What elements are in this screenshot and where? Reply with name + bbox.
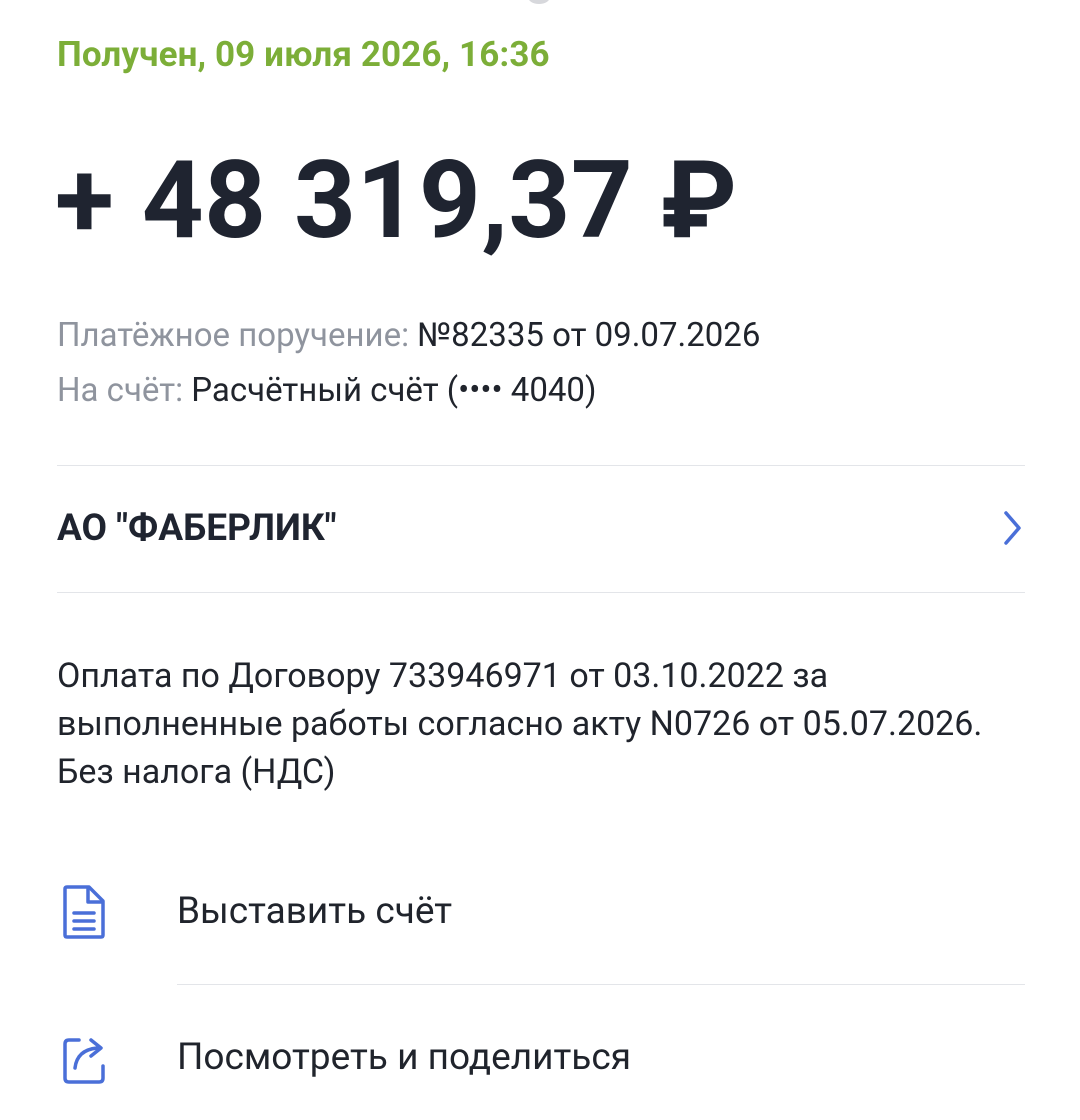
account-value: Расчётный счёт (•••• 4040) [191, 371, 597, 410]
account-label: На счёт: [57, 371, 184, 410]
handle-indicator [528, 0, 550, 4]
transaction-status: Получен, 09 июля 2026, 16:36 [57, 34, 550, 75]
issue-invoice-button[interactable]: Выставить счёт [57, 854, 1025, 974]
view-and-share-label: Посмотреть и поделиться [177, 1036, 632, 1079]
invoice-document-icon [63, 885, 105, 939]
counterparty-row[interactable]: АО "ФАБЕРЛИК" [57, 465, 1025, 592]
share-icon [63, 1038, 105, 1084]
counterparty-name: АО "ФАБЕРЛИК" [57, 507, 337, 550]
payment-order-label: Платёжное поручение: [57, 316, 410, 355]
divider [177, 984, 1025, 985]
chevron-right-icon [1004, 511, 1021, 545]
payment-purpose: Оплата по Договору 733946971 от 03.10.20… [57, 656, 983, 792]
account-row: На счёт: Расчётный счёт (•••• 4040) [57, 371, 596, 410]
payment-order-row: Платёжное поручение: №82335 от 09.07.202… [57, 316, 760, 355]
transaction-amount: + 48 319,37 ₽ [55, 138, 738, 264]
divider [57, 592, 1025, 593]
view-and-share-button[interactable]: Посмотреть и поделиться [57, 1000, 1025, 1120]
payment-order-value: №82335 от 09.07.2026 [417, 316, 761, 355]
issue-invoice-label: Выставить счёт [177, 890, 453, 933]
